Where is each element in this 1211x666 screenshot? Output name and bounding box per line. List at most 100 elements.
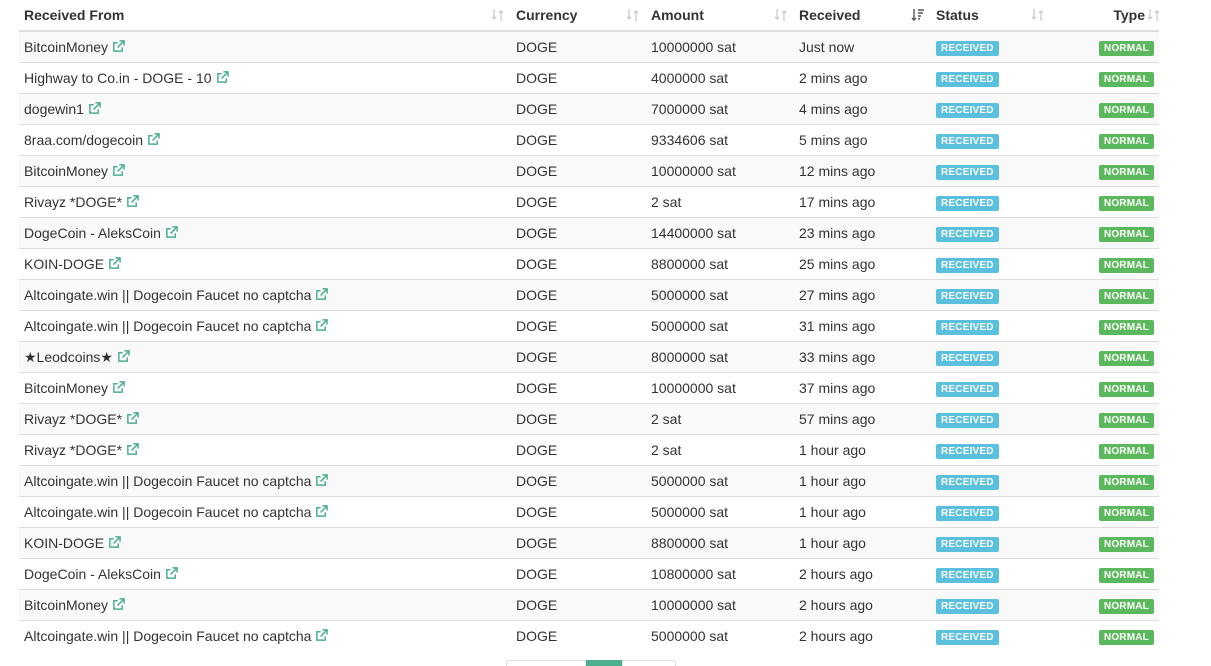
cell-received-from: BitcoinMoney xyxy=(19,31,511,63)
header-type[interactable]: Type xyxy=(1051,0,1160,32)
source-link[interactable]: Altcoingate.win || Dogecoin Faucet no ca… xyxy=(24,287,329,303)
status-badge: RECEIVED xyxy=(936,289,999,304)
external-link-icon[interactable] xyxy=(126,412,139,425)
type-badge: NORMAL xyxy=(1098,227,1154,242)
cell-amount: 5000000 sat xyxy=(646,279,794,311)
source-link[interactable]: 8raa.com/dogecoin xyxy=(24,132,160,148)
type-badge: NORMAL xyxy=(1098,72,1154,87)
cell-status: RECEIVED xyxy=(931,341,1051,373)
external-link-icon[interactable] xyxy=(112,381,125,394)
cell-currency: DOGE xyxy=(511,31,646,63)
header-status[interactable]: Status xyxy=(931,0,1051,32)
source-link[interactable]: KOIN-DOGE xyxy=(24,256,121,272)
cell-status: RECEIVED xyxy=(931,403,1051,435)
source-link[interactable]: Rivayz *DOGE* xyxy=(24,442,139,458)
source-link[interactable]: DogeCoin - AleksCoin xyxy=(24,225,178,241)
external-link-icon[interactable] xyxy=(126,443,139,456)
external-link-icon[interactable] xyxy=(216,71,229,84)
cell-amount: 4000000 sat xyxy=(646,62,794,94)
source-link[interactable]: dogewin1 xyxy=(24,101,101,117)
source-link[interactable]: DogeCoin - AleksCoin xyxy=(24,566,178,582)
header-currency[interactable]: Currency xyxy=(511,0,646,32)
cell-received-time: 2 mins ago xyxy=(794,62,931,94)
cell-currency: DOGE xyxy=(511,558,646,590)
cell-received-time: 2 hours ago xyxy=(794,620,931,651)
status-badge: RECEIVED xyxy=(936,382,999,397)
source-link[interactable]: Altcoingate.win || Dogecoin Faucet no ca… xyxy=(24,473,329,489)
cell-received-from: DogeCoin - AleksCoin xyxy=(19,217,511,249)
cell-amount: 5000000 sat xyxy=(646,496,794,528)
header-received[interactable]: Received xyxy=(794,0,931,32)
cell-type: NORMAL xyxy=(1051,279,1159,311)
cell-amount: 8800000 sat xyxy=(646,248,794,280)
cell-currency: DOGE xyxy=(511,465,646,497)
external-link-icon[interactable] xyxy=(315,629,329,642)
external-link-icon[interactable] xyxy=(147,133,160,146)
cell-received-time: 1 hour ago xyxy=(794,496,931,528)
cell-amount: 2 sat xyxy=(646,403,794,435)
status-badge: RECEIVED xyxy=(936,537,999,552)
pagination-prev-button[interactable] xyxy=(506,660,586,666)
cell-type: NORMAL xyxy=(1051,31,1159,63)
source-link[interactable]: Rivayz *DOGE* xyxy=(24,194,139,210)
cell-received-from: Altcoingate.win || Dogecoin Faucet no ca… xyxy=(19,279,511,311)
cell-amount: 2 sat xyxy=(646,186,794,218)
cell-received-from: Altcoingate.win || Dogecoin Faucet no ca… xyxy=(19,465,511,497)
external-link-icon[interactable] xyxy=(108,536,121,549)
table-row: ★Leodcoins★ DOGE 8000000 sat 33 mins ago… xyxy=(19,341,1159,373)
cell-currency: DOGE xyxy=(511,217,646,249)
cell-status: RECEIVED xyxy=(931,248,1051,280)
cell-received-time: 2 hours ago xyxy=(794,558,931,590)
transactions-table-wrapper: Received From Currency Amount Received S… xyxy=(19,0,1160,651)
external-link-icon[interactable] xyxy=(88,102,101,115)
external-link-icon[interactable] xyxy=(112,164,125,177)
external-link-icon[interactable] xyxy=(165,567,178,580)
external-link-icon[interactable] xyxy=(315,319,329,332)
external-link-icon[interactable] xyxy=(315,505,329,518)
pagination-current-page[interactable] xyxy=(586,660,622,666)
cell-amount: 14400000 sat xyxy=(646,217,794,249)
cell-received-time: Just now xyxy=(794,31,931,63)
external-link-icon[interactable] xyxy=(315,474,329,487)
source-link[interactable]: BitcoinMoney xyxy=(24,380,125,396)
cell-currency: DOGE xyxy=(511,93,646,125)
cell-type: NORMAL xyxy=(1051,527,1159,559)
source-link[interactable]: Altcoingate.win || Dogecoin Faucet no ca… xyxy=(24,318,329,334)
cell-status: RECEIVED xyxy=(931,279,1051,311)
external-link-icon[interactable] xyxy=(117,349,130,363)
table-row: KOIN-DOGE DOGE 8800000 sat 25 mins ago R… xyxy=(19,248,1159,280)
source-link[interactable]: Altcoingate.win || Dogecoin Faucet no ca… xyxy=(24,504,329,520)
status-badge: RECEIVED xyxy=(936,599,999,614)
table-row: Altcoingate.win || Dogecoin Faucet no ca… xyxy=(19,465,1159,497)
source-link[interactable]: KOIN-DOGE xyxy=(24,535,121,551)
external-link-icon[interactable] xyxy=(112,598,125,611)
external-link-icon[interactable] xyxy=(112,40,125,53)
header-amount[interactable]: Amount xyxy=(646,0,794,32)
external-link-icon[interactable] xyxy=(108,257,121,270)
table-header-row: Received From Currency Amount Received S… xyxy=(19,0,1160,32)
type-badge: NORMAL xyxy=(1098,258,1154,273)
external-link-icon[interactable] xyxy=(315,288,329,301)
cell-received-time: 5 mins ago xyxy=(794,124,931,156)
source-link[interactable]: ★Leodcoins★ xyxy=(24,349,130,365)
external-link-icon[interactable] xyxy=(165,226,178,239)
external-link-icon[interactable] xyxy=(126,195,139,208)
sort-icon xyxy=(774,9,787,21)
source-link[interactable]: Highway to Co.in - DOGE - 10 xyxy=(24,70,229,86)
type-badge: NORMAL xyxy=(1098,41,1154,56)
source-link[interactable]: Rivayz *DOGE* xyxy=(24,411,139,427)
cell-status: RECEIVED xyxy=(931,620,1051,651)
cell-received-from: ★Leodcoins★ xyxy=(19,341,511,373)
pagination-next-button[interactable] xyxy=(622,660,676,666)
cell-currency: DOGE xyxy=(511,186,646,218)
source-link[interactable]: Altcoingate.win || Dogecoin Faucet no ca… xyxy=(24,628,329,644)
source-link[interactable]: BitcoinMoney xyxy=(24,163,125,179)
cell-amount: 5000000 sat xyxy=(646,620,794,651)
source-link[interactable]: BitcoinMoney xyxy=(24,39,125,55)
source-link[interactable]: BitcoinMoney xyxy=(24,597,125,613)
sort-icon xyxy=(626,9,639,21)
header-received-from[interactable]: Received From xyxy=(19,0,511,32)
type-badge: NORMAL xyxy=(1098,103,1154,118)
type-badge: NORMAL xyxy=(1098,382,1154,397)
cell-received-from: Altcoingate.win || Dogecoin Faucet no ca… xyxy=(19,496,511,528)
